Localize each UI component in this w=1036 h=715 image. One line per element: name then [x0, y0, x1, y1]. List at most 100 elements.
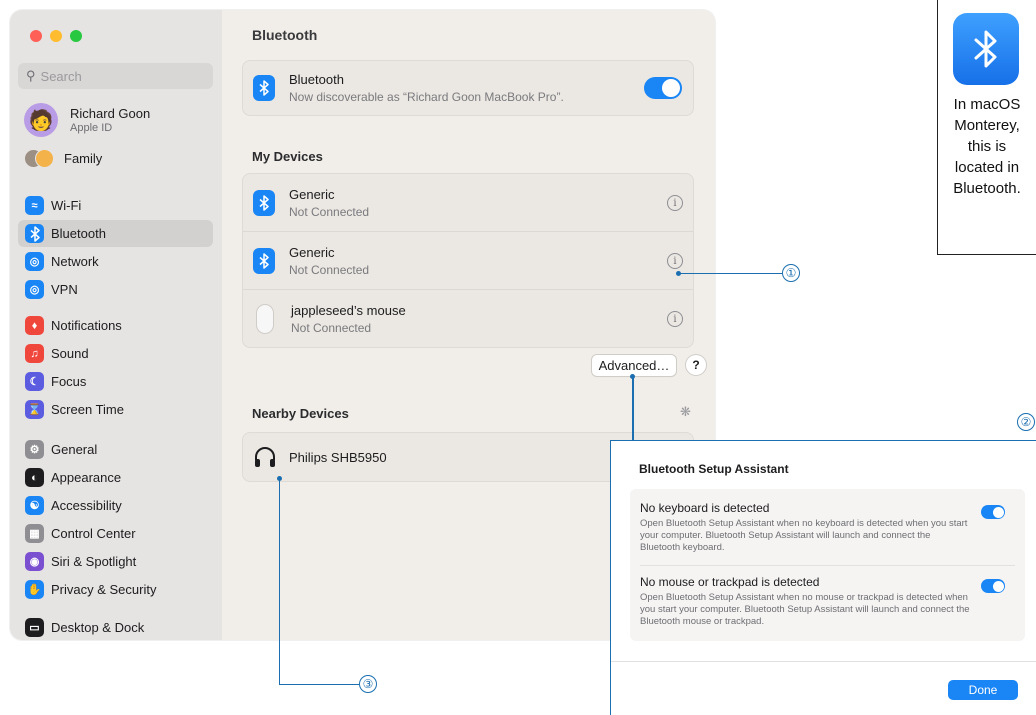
sidebar-item-privacy-security[interactable]: ✋ Privacy & Security: [18, 576, 213, 603]
bluetooth-icon: [253, 189, 275, 216]
bluetooth-toggle[interactable]: [644, 77, 682, 99]
callout-2-number: ②: [1017, 413, 1035, 431]
advanced-button[interactable]: Advanced…: [592, 355, 676, 376]
sidebar-item-label: VPN: [51, 282, 78, 297]
option-title: No keyboard is detected: [640, 501, 770, 515]
dialog-options-panel: No keyboard is detected Open Bluetooth S…: [630, 489, 1025, 641]
search-input[interactable]: ⚲ Search: [18, 63, 213, 89]
device-name: jappleseed’s mouse: [291, 302, 406, 318]
divider: [611, 661, 1036, 662]
sidebar-item-label: Notifications: [51, 318, 122, 333]
bluetooth-row: Bluetooth Now discoverable as “Richard G…: [243, 61, 693, 115]
mouse-icon: [257, 304, 273, 333]
sidebar-item-network[interactable]: ◎ Network: [18, 248, 213, 275]
note-text: In macOS Monterey, this is located in Bl…: [953, 96, 1021, 197]
device-row[interactable]: Generic Not Connected i: [243, 174, 693, 231]
callout-2-line: [632, 376, 634, 440]
sidebar-item-label: Screen Time: [51, 402, 124, 417]
sidebar-item-label: General: [51, 442, 98, 457]
zoom-button[interactable]: [70, 30, 82, 42]
bluetooth-icon: [25, 224, 44, 243]
my-devices-list: Generic Not Connected i Generic Not Connecte…: [242, 173, 694, 348]
device-name: Generic: [289, 244, 335, 260]
callout-3-line-v: [279, 478, 281, 685]
sidebar-item-appearance[interactable]: ◐ Appearance: [18, 464, 213, 491]
hourglass-icon: ⌛: [25, 400, 44, 419]
sidebar-item-siri-spotlight[interactable]: ◉ Siri & Spotlight: [18, 548, 213, 575]
sidebar-item-label: Focus: [51, 374, 87, 389]
account-subtitle: Apple ID: [70, 122, 113, 134]
sidebar: ⚲ Search 🧑 Richard Goon Apple ID Family …: [10, 10, 222, 640]
sidebar-item-label: Desktop & Dock: [51, 620, 145, 635]
sidebar-item-bluetooth[interactable]: Bluetooth: [18, 220, 213, 247]
bluetooth-label: Bluetooth: [289, 72, 344, 87]
info-icon[interactable]: i: [667, 253, 683, 269]
dialog-title: Bluetooth Setup Assistant: [639, 462, 789, 476]
gear-icon: ⚙: [25, 440, 44, 459]
speaker-icon: ♫: [25, 344, 44, 363]
loading-spinner-icon: ❋: [680, 404, 691, 419]
my-devices-heading: My Devices: [252, 149, 323, 164]
minimize-button[interactable]: [50, 30, 62, 42]
bluetooth-toggle-card: Bluetooth Now discoverable as “Richard G…: [242, 60, 694, 116]
sidebar-group: ⚙ General ◐ Appearance ☯ Accessibility ▦ Contro…: [18, 436, 213, 604]
info-icon[interactable]: i: [667, 195, 683, 211]
help-button[interactable]: ?: [686, 355, 706, 375]
bell-icon: ♦: [25, 316, 44, 335]
sidebar-item-label: Control Center: [51, 526, 136, 541]
callout-1-line: [679, 273, 782, 275]
bluetooth-app-icon: [953, 13, 1019, 85]
sidebar-item-wi-fi[interactable]: ≈ Wi-Fi: [18, 192, 213, 219]
sidebar-item-label: Privacy & Security: [51, 582, 157, 597]
bluetooth-setup-assistant-dialog: Bluetooth Setup Assistant No keyboard is…: [610, 440, 1036, 715]
note-box: In macOS Monterey, this is located in Bl…: [937, 0, 1036, 255]
close-button[interactable]: [30, 30, 42, 42]
sidebar-item-sound[interactable]: ♫ Sound: [18, 340, 213, 367]
option-no-keyboard: No keyboard is detected Open Bluetooth S…: [640, 501, 1015, 554]
sidebar-item-label: Sound: [51, 346, 89, 361]
sidebar-item-notifications[interactable]: ♦ Notifications: [18, 312, 213, 339]
bluetooth-icon: [253, 247, 275, 274]
globe-icon: ◎: [25, 252, 44, 271]
apple-id-account[interactable]: 🧑 Richard Goon Apple ID: [24, 103, 150, 137]
sidebar-item-vpn[interactable]: ◎ VPN: [18, 276, 213, 303]
device-row[interactable]: Generic Not Connected i: [243, 231, 693, 289]
vpn-globe-icon: ◎: [25, 280, 44, 299]
appearance-icon: ◐: [25, 468, 44, 487]
done-button[interactable]: Done: [948, 680, 1018, 700]
sidebar-item-control-center[interactable]: ▦ Control Center: [18, 520, 213, 547]
dock-icon: ▭: [25, 618, 44, 637]
sidebar-item-screen-time[interactable]: ⌛ Screen Time: [18, 396, 213, 423]
sidebar-item-label: Network: [51, 254, 99, 269]
sidebar-group: ♦ Notifications ♫ Sound ☾ Focus ⌛ Screen Time: [18, 312, 213, 424]
no-mouse-toggle[interactable]: [981, 579, 1005, 593]
sidebar-item-label: Bluetooth: [51, 226, 106, 241]
sidebar-group: ≈ Wi-Fi Bluetooth ◎ Network ◎ VPN: [18, 192, 213, 304]
family-label: Family: [64, 150, 103, 166]
sidebar-item-label: Wi-Fi: [51, 198, 82, 213]
device-row[interactable]: jappleseed’s mouse Not Connected i: [243, 289, 693, 347]
sidebar-item-focus[interactable]: ☾ Focus: [18, 368, 213, 395]
option-title: No mouse or trackpad is detected: [640, 575, 820, 589]
hand-icon: ✋: [25, 580, 44, 599]
wifi-icon: ≈: [25, 196, 44, 215]
device-status: Not Connected: [289, 204, 370, 219]
callout-3-number: ③: [359, 675, 377, 693]
device-status: Not Connected: [289, 262, 370, 277]
control-center-icon: ▦: [25, 524, 44, 543]
callout-1-number: ①: [782, 264, 800, 282]
siri-icon: ◉: [25, 552, 44, 571]
avatar: 🧑: [24, 103, 58, 137]
no-keyboard-toggle[interactable]: [981, 505, 1005, 519]
sidebar-group: ▭ Desktop & Dock: [18, 614, 213, 640]
sidebar-item-family[interactable]: Family: [24, 149, 103, 168]
sidebar-item-accessibility[interactable]: ☯ Accessibility: [18, 492, 213, 519]
sidebar-item-label: Siri & Spotlight: [51, 554, 137, 569]
nearby-devices-heading: Nearby Devices: [252, 406, 349, 421]
option-description: Open Bluetooth Setup Assistant when no m…: [640, 592, 970, 627]
sidebar-item-desktop-dock[interactable]: ▭ Desktop & Dock: [18, 614, 213, 640]
info-icon[interactable]: i: [667, 311, 683, 327]
sidebar-item-general[interactable]: ⚙ General: [18, 436, 213, 463]
option-no-mouse: No mouse or trackpad is detected Open Bl…: [640, 575, 1015, 628]
accessibility-icon: ☯: [25, 496, 44, 515]
